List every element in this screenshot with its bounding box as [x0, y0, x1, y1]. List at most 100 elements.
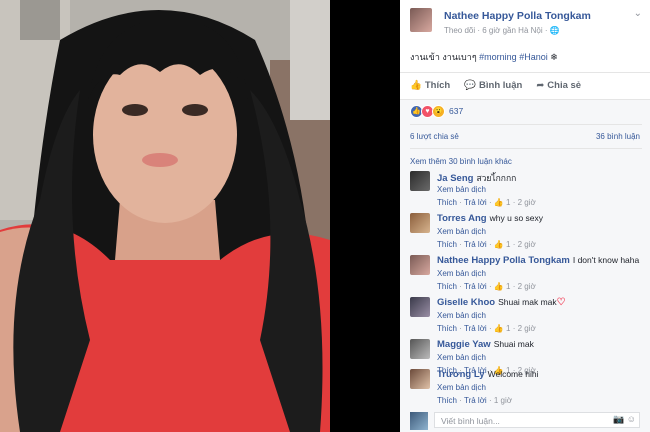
commenter-name-link[interactable]: Maggie Yaw [437, 339, 491, 350]
thumbs-up-icon: 👍 [410, 80, 422, 91]
divider [410, 124, 642, 125]
comment-footer: Thích · Trả lời · 👍 1 · 2 giờ [437, 282, 536, 291]
thumbs-up-icon: 👍 [493, 240, 504, 249]
comment-reply-link[interactable]: Trả lời [464, 324, 487, 333]
thumbs-up-icon: 👍 [493, 282, 504, 291]
share-button[interactable]: ➦ Chia sẻ [536, 80, 581, 94]
commenter-name-link[interactable]: Torres Ang [437, 213, 487, 224]
translate-link[interactable]: Xem bản dịch [437, 353, 486, 362]
comment-like-link[interactable]: Thích [437, 324, 457, 333]
comment-text: why u so sexy [489, 213, 544, 223]
reaction-count[interactable]: 637 [449, 106, 463, 116]
share-button-label: Chia sẻ [547, 80, 582, 91]
chevron-down-icon[interactable]: ⌄ [634, 8, 642, 19]
comment-like-link[interactable]: Thích [437, 198, 457, 207]
translate-link[interactable]: Xem bản dịch [437, 311, 486, 320]
comment-item: Ja Seng สวยไ้กกกก Xem bản dịch Thích · Tr… [410, 171, 642, 211]
comment-text: Shuai mak mak [498, 297, 557, 307]
globe-icon: 🌐 [549, 26, 560, 35]
comment-footer: Thích · Trả lời · 👍 1 · 2 giờ [437, 198, 536, 207]
composer-icons: 📷 ☺ [613, 414, 636, 425]
comment-like-link[interactable]: Thích [437, 240, 457, 249]
comment-text: I don't know haha [572, 255, 640, 265]
commenter-name-link[interactable]: Ja Seng [437, 173, 473, 184]
translate-link[interactable]: Xem bản dịch [437, 269, 486, 278]
comment-input[interactable]: Viết bình luận... [434, 412, 640, 428]
comment-reply-link[interactable]: Trả lời [464, 396, 487, 405]
comment-time[interactable]: 1 giờ [494, 396, 512, 405]
commenter-avatar[interactable] [410, 171, 430, 191]
comment-icon: 💬 [464, 80, 477, 91]
comment-item: Torres Ang why u so sexy Xem bản dịch Thí… [410, 213, 642, 253]
divider [400, 72, 650, 73]
comment-button-label: Bình luận [479, 80, 523, 91]
translate-link[interactable]: Xem bản dịch [437, 383, 486, 392]
commenter-avatar[interactable] [410, 339, 430, 359]
commenter-avatar[interactable] [410, 255, 430, 275]
comment-footer: Thích · Trả lời · 👍 1 · 2 giờ [437, 240, 536, 249]
post-meta-text: Theo dõi · 6 giờ gần Hà Nội · [444, 26, 550, 35]
divider [410, 148, 642, 149]
post-header: Nathee Happy Polla Tongkam Theo dõi · 6 … [410, 8, 642, 38]
comment-composer: Viết bình luận... 📷 ☺ [410, 410, 642, 430]
heart-icon: ♡ [556, 297, 566, 308]
caption-suffix: ❄ [547, 52, 558, 62]
comment-time[interactable]: 2 giờ [518, 324, 536, 333]
camera-icon[interactable]: 📷 [613, 414, 624, 424]
comment-item: Nathee Happy Polla Tongkam I don't know h… [410, 255, 642, 295]
share-count[interactable]: 6 lượt chia sẻ [410, 132, 459, 141]
hashtag-hanoi[interactable]: #Hanoi [519, 52, 548, 62]
translate-link[interactable]: Xem bản dịch [437, 227, 486, 236]
comment-time[interactable]: 2 giờ [518, 198, 536, 207]
thumbs-up-icon: 👍 [493, 198, 504, 207]
post-photo[interactable] [0, 0, 330, 432]
post-caption: งานเข้า งานเบาๆ #morning #Hanoi ❄ [410, 50, 558, 64]
comment-reply-link[interactable]: Trả lời [464, 240, 487, 249]
comment-like-count[interactable]: 1 [506, 282, 510, 291]
comment-reply-link[interactable]: Trả lời [464, 282, 487, 291]
commenter-name: Giselle Khoo Shuai mak mak♡ [437, 297, 566, 308]
commenter-avatar[interactable] [410, 213, 430, 233]
comment-time[interactable]: 2 giờ [518, 282, 536, 291]
comment-item: Giselle Khoo Shuai mak mak♡ Xem bản dịch … [410, 297, 642, 337]
comment-footer: Thích · Trả lời · 👍 1 · 2 giờ [437, 324, 536, 333]
view-more-comments[interactable]: Xem thêm 30 bình luận khác [410, 157, 512, 166]
like-button[interactable]: 👍 Thích [410, 80, 450, 94]
commenter-avatar[interactable] [410, 297, 430, 317]
comment-like-count[interactable]: 1 [506, 324, 510, 333]
commenter-name: Maggie Yaw Shuai mak [437, 339, 534, 350]
comment-reply-link[interactable]: Trả lời [464, 198, 487, 207]
divider [400, 99, 650, 100]
comment-like-count[interactable]: 1 [506, 240, 510, 249]
comment-like-link[interactable]: Thích [437, 282, 457, 291]
reactions-summary[interactable]: 👍 ♥ 😮 637 [410, 104, 463, 118]
commenter-name: Ja Seng สวยไ้กกกก [437, 171, 516, 185]
share-icon: ➦ [536, 80, 545, 91]
commenter-avatar[interactable] [410, 369, 430, 389]
comment-text: Shuai mak [493, 339, 534, 349]
photo-viewer [0, 0, 400, 432]
translate-link[interactable]: Xem bản dịch [437, 185, 486, 194]
post-sidebar: Nathee Happy Polla Tongkam Theo dõi · 6 … [400, 0, 650, 432]
comment-button[interactable]: 💬 Bình luận [464, 80, 522, 94]
wow-reaction-icon: 😮 [432, 104, 445, 118]
photo-illustration [0, 0, 330, 432]
commenter-name: Torres Ang why u so sexy [437, 213, 543, 224]
thumbs-up-icon: 👍 [493, 324, 504, 333]
post-actions: 👍 Thích 💬 Bình luận ➦ Chia sẻ [410, 80, 581, 94]
caption-text: งานเข้า งานเบาๆ [410, 52, 480, 62]
commenter-name-link[interactable]: Giselle Khoo [437, 297, 495, 308]
commenter-name-link[interactable]: Trương Ly [437, 369, 485, 380]
comment-time[interactable]: 2 giờ [518, 240, 536, 249]
comment-item: Trương Ly Welcome hihi Xem bản dịch Thích… [410, 369, 642, 409]
comment-like-count[interactable]: 1 [506, 198, 510, 207]
comment-count[interactable]: 36 bình luận [596, 132, 640, 141]
author-avatar[interactable] [410, 8, 432, 32]
commenter-name-link[interactable]: Nathee Happy Polla Tongkam [437, 255, 570, 266]
current-user-avatar [410, 412, 428, 430]
author-name[interactable]: Nathee Happy Polla Tongkam [444, 10, 591, 22]
like-button-label: Thích [424, 80, 451, 91]
sticker-icon[interactable]: ☺ [627, 414, 636, 424]
comment-like-link[interactable]: Thích [437, 396, 457, 405]
hashtag-morning[interactable]: #morning [479, 52, 517, 62]
